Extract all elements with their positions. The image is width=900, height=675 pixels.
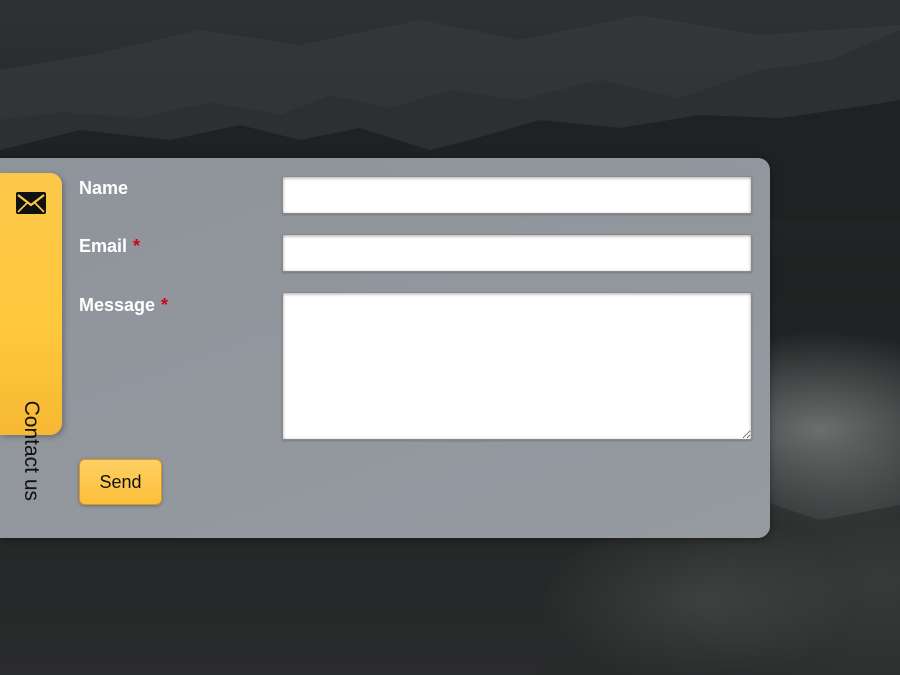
page-background: Contact us Name Email * Message * Send (0, 0, 900, 675)
required-marker: * (161, 295, 169, 315)
name-label-text: Name (79, 178, 129, 198)
send-button[interactable]: Send (79, 459, 162, 505)
contact-us-label: Contact us (20, 400, 43, 501)
name-label: Name (79, 178, 128, 199)
email-label: Email * (79, 236, 140, 257)
name-field[interactable] (282, 176, 752, 214)
message-field[interactable] (282, 292, 752, 440)
email-field[interactable] (282, 234, 752, 272)
envelope-icon (16, 192, 46, 214)
message-label: Message * (79, 295, 168, 316)
email-label-text: Email (79, 236, 128, 256)
contact-us-tab[interactable]: Contact us (0, 173, 62, 501)
required-marker: * (133, 236, 141, 256)
message-label-text: Message (79, 295, 156, 315)
